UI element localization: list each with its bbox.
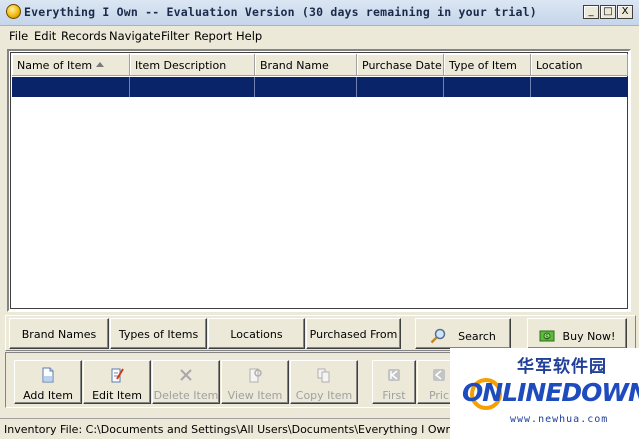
search-button[interactable]: Search <box>415 318 511 349</box>
prior-record-icon <box>433 369 445 381</box>
title-bar: Everything I Own -- Evaluation Version (… <box>0 0 639 26</box>
edit-item-label: Edit Item <box>92 389 142 402</box>
buy-now-button[interactable]: $ Buy Now! <box>527 318 627 349</box>
grid-body: Name of Item Item Description Brand Name… <box>10 52 628 309</box>
menu-bar: File Edit Records Navigate Filter Report… <box>0 26 639 46</box>
types-of-items-button[interactable]: Types of Items <box>110 318 207 349</box>
add-item-label: Add Item <box>23 389 73 402</box>
first-label: First <box>382 389 406 402</box>
watermark: 华军软件园 ONLINEDOWN www.newhua.com <box>450 348 639 439</box>
magnifier-icon <box>430 328 446 344</box>
column-header-label: Name of Item <box>17 59 93 72</box>
column-header-purchase-date[interactable]: Purchase Date <box>357 54 444 76</box>
delete-x-icon <box>180 369 192 381</box>
menu-edit[interactable]: Edit <box>34 29 56 43</box>
column-header-brand[interactable]: Brand Name <box>255 54 357 76</box>
inventory-file-path: Inventory File: C:\Documents and Setting… <box>4 423 502 436</box>
filter-toolbar: Brand Names Types of Items Locations Pur… <box>5 315 636 351</box>
table-cell[interactable] <box>12 77 130 97</box>
view-document-icon <box>249 368 262 383</box>
svg-text:$: $ <box>545 334 549 341</box>
table-cell[interactable] <box>531 77 628 97</box>
column-header-description[interactable]: Item Description <box>130 54 255 76</box>
buy-now-label: Buy Now! <box>562 330 616 343</box>
app-icon <box>6 4 21 19</box>
menu-help[interactable]: Help <box>236 29 262 43</box>
watermark-logo: ONLINEDOWN <box>462 378 639 407</box>
edit-document-icon <box>111 368 124 383</box>
delete-item-label: Delete Item <box>153 389 219 402</box>
copy-item-label: Copy Item <box>295 389 353 402</box>
first-record-icon <box>388 369 400 381</box>
close-button[interactable]: X <box>617 5 633 19</box>
column-header-type[interactable]: Type of Item <box>444 54 531 76</box>
watermark-url: www.newhua.com <box>510 414 609 425</box>
menu-navigate[interactable]: Navigate <box>109 29 161 43</box>
watermark-chinese-text: 华军软件园 <box>517 357 607 377</box>
view-item-button[interactable]: View Item <box>221 360 289 404</box>
table-cell[interactable] <box>130 77 255 97</box>
window-title: Everything I Own -- Evaluation Version (… <box>24 5 537 19</box>
table-cell[interactable] <box>255 77 357 97</box>
brand-names-button[interactable]: Brand Names <box>9 318 109 349</box>
add-item-button[interactable]: Add Item <box>14 360 82 404</box>
edit-item-button[interactable]: Edit Item <box>83 360 151 404</box>
menu-records[interactable]: Records <box>61 29 107 43</box>
maximize-button[interactable]: □ <box>600 5 616 19</box>
search-button-label: Search <box>458 330 496 343</box>
table-row-selected[interactable] <box>12 77 628 97</box>
menu-file[interactable]: File <box>9 29 28 43</box>
menu-report[interactable]: Report <box>194 29 232 43</box>
sort-ascending-icon <box>96 62 104 67</box>
new-document-icon <box>42 367 54 383</box>
first-record-button[interactable]: First <box>372 360 416 404</box>
column-header-name[interactable]: Name of Item <box>12 54 130 76</box>
purchased-from-button[interactable]: Purchased From <box>306 318 401 349</box>
copy-icon <box>317 368 330 383</box>
money-icon: $ <box>539 330 555 342</box>
locations-button[interactable]: Locations <box>208 318 305 349</box>
table-cell[interactable] <box>444 77 531 97</box>
copy-item-button[interactable]: Copy Item <box>290 360 358 404</box>
inventory-grid[interactable]: Name of Item Item Description Brand Name… <box>7 49 631 312</box>
table-cell[interactable] <box>357 77 444 97</box>
delete-item-button[interactable]: Delete Item <box>152 360 220 404</box>
menu-filter[interactable]: Filter <box>161 29 189 43</box>
view-item-label: View Item <box>227 389 283 402</box>
minimize-button[interactable]: _ <box>583 5 599 19</box>
column-header-location[interactable]: Location <box>531 54 628 76</box>
